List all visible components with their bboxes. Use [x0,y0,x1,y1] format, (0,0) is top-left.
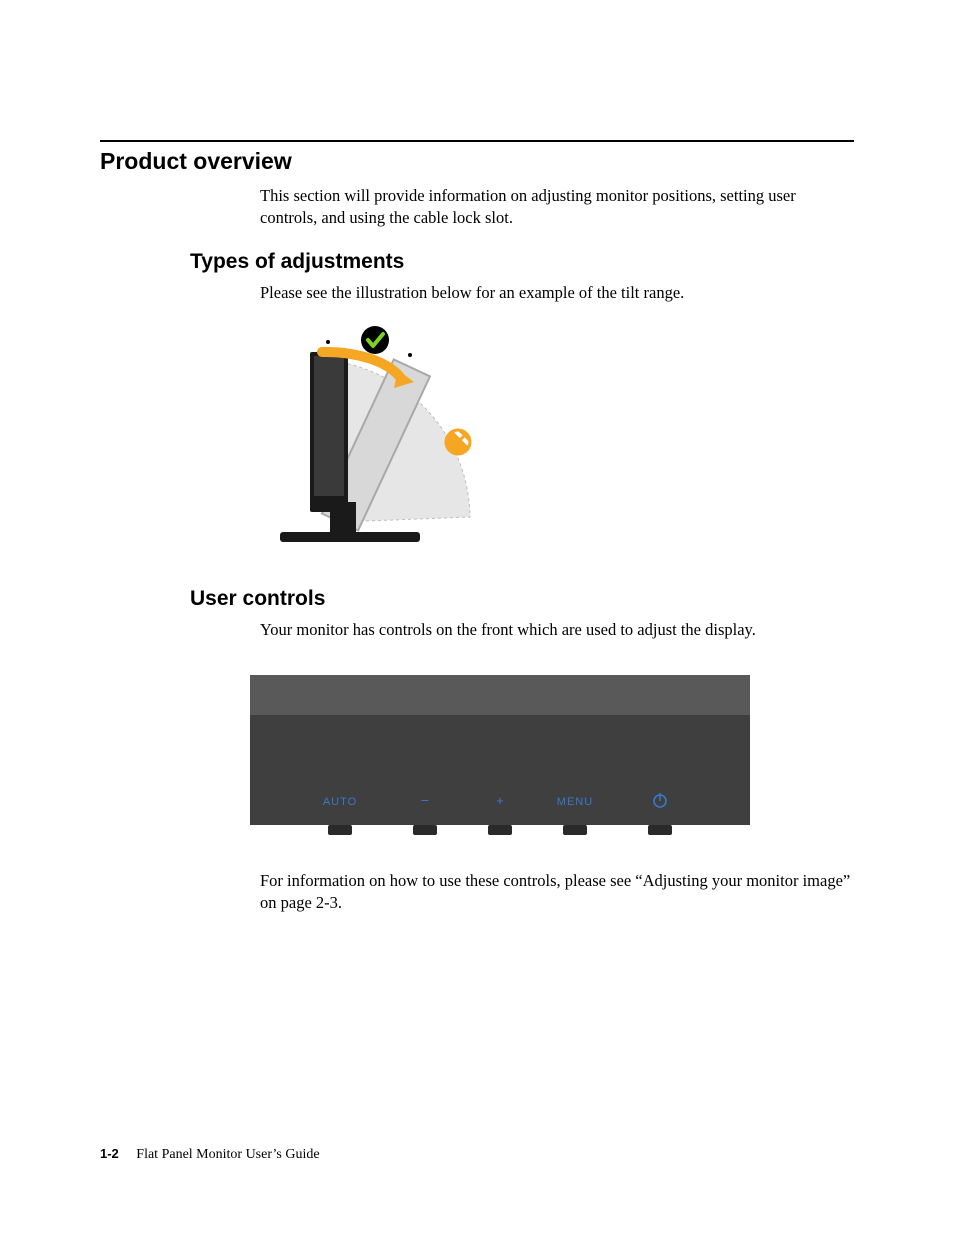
page-footer: 1-2 Flat Panel Monitor User’s Guide [100,1146,320,1163]
paragraph-controls-ref: For information on how to use these cont… [260,870,854,915]
heading-product-overview: Product overview [100,148,854,175]
book-title: Flat Panel Monitor User’s Guide [136,1147,319,1162]
paragraph-tilt-intro: Please see the illustration below for an… [260,282,854,304]
label-plus: + [496,793,504,808]
section-rule [100,140,854,142]
heading-types-of-adjustments: Types of adjustments [190,250,854,274]
tilt-illustration-icon [250,322,510,562]
heading-user-controls: User controls [190,587,854,611]
page-number: 1-2 [100,1146,119,1161]
controls-panel-icon: AUTO − + MENU [250,675,750,845]
figure-tilt-range [250,322,854,567]
figure-user-controls: AUTO − + MENU [250,675,854,850]
paragraph-controls-intro: Your monitor has controls on the front w… [260,619,854,641]
document-page: Product overview This section will provi… [0,0,954,1235]
paragraph-overview-intro: This section will provide information on… [260,185,854,230]
label-auto: AUTO [323,796,357,808]
label-minus: − [421,792,429,808]
label-menu: MENU [557,796,593,808]
